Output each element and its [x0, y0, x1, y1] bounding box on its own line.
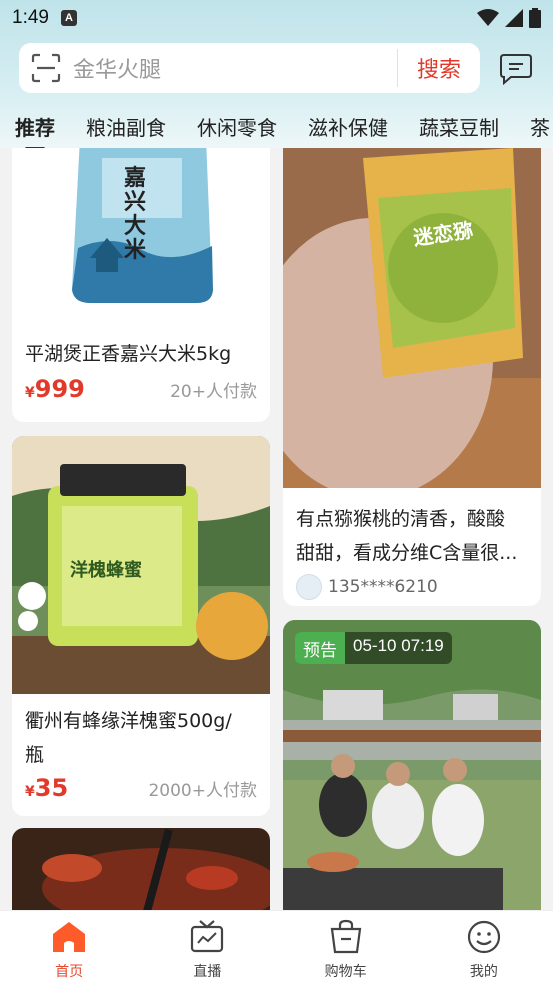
sold-count: 2000+人付款: [148, 781, 257, 801]
message-icon: [500, 54, 532, 85]
price: ¥999: [25, 375, 85, 403]
title-line-1: 衢州有蜂缘洋槐蜜500g/: [25, 710, 232, 732]
battery-icon: [529, 8, 541, 28]
live-schedule-badge: 预告 05-10 07:19: [295, 632, 452, 664]
product-card-partial[interactable]: [12, 828, 270, 910]
title-line-2: 瓶: [25, 744, 45, 766]
home-icon: [53, 922, 86, 952]
status-bar: 1:49 A: [0, 0, 553, 36]
search-bar[interactable]: 金华火腿 搜索: [19, 43, 480, 93]
preview-tag: 预告: [295, 632, 345, 664]
tab-vegetables-tofu[interactable]: 蔬菜豆制: [419, 104, 499, 141]
smile-icon: [467, 920, 500, 954]
nav-cart[interactable]: 购物车: [277, 911, 415, 984]
sold-count: 20+人付款: [170, 382, 257, 402]
status-right: [477, 8, 541, 28]
search-button[interactable]: 搜索: [398, 52, 480, 84]
scan-icon[interactable]: [31, 53, 61, 83]
kiwi-candy-image: [283, 148, 541, 498]
live-preview-card[interactable]: 预告 05-10 07:19: [283, 620, 541, 910]
bottom-navigation: 首页 直播 购物车 我的: [0, 910, 553, 984]
status-left: 1:49 A: [12, 7, 77, 29]
price-row: ¥35 2000+人付款: [12, 774, 270, 802]
review-text: 有点猕猴桃的清香，酸酸 甜甜，看成分维C含量很...: [283, 492, 541, 570]
tv-icon: [191, 920, 224, 953]
nav-live[interactable]: 直播: [138, 911, 276, 984]
author-name: 135****6210: [328, 577, 438, 597]
rice-package-label: 嘉兴大米: [124, 165, 147, 263]
price-value: 999: [34, 375, 85, 403]
spicy-food-image: [12, 828, 270, 910]
product-title: 平湖煲正香嘉兴大米5kg: [25, 343, 232, 365]
author-row: 135****6210: [283, 574, 541, 600]
honey-package-label: 洋槐蜂蜜: [70, 560, 142, 581]
tab-tea[interactable]: 茶: [530, 104, 550, 141]
product-title: 衢州有蜂缘洋槐蜜500g/ 瓶: [12, 698, 270, 772]
avatar: [296, 574, 322, 600]
tab-grain-oil[interactable]: 粮油副食: [86, 104, 166, 141]
nav-label: 首页: [55, 964, 84, 980]
price-value: 35: [34, 774, 69, 802]
nav-profile[interactable]: 我的: [415, 911, 553, 984]
currency-symbol: ¥: [25, 385, 35, 401]
category-tabs: 推荐 粮油副食 休闲零食 滋补保健 蔬菜豆制 茶: [0, 104, 553, 148]
notification-app-icon: A: [60, 10, 77, 26]
product-feed: 嘉兴大米 平湖煲正香嘉兴大米5kg ¥999 20+人付款 迷恋猕 有点猕猴桃的…: [0, 148, 553, 910]
product-card-honey[interactable]: 洋槐蜂蜜 衢州有蜂缘洋槐蜜500g/ 瓶 ¥35 2000+人付款: [12, 436, 270, 816]
price: ¥35: [25, 774, 68, 802]
nav-home[interactable]: 首页: [0, 911, 138, 984]
cellular-signal-icon: [505, 9, 523, 27]
price-row: ¥999 20+人付款: [12, 375, 270, 403]
cart-icon: [330, 919, 361, 954]
tab-snacks[interactable]: 休闲零食: [197, 104, 277, 141]
product-card-rice[interactable]: 嘉兴大米 平湖煲正香嘉兴大米5kg ¥999 20+人付款: [12, 148, 270, 422]
wifi-icon: [477, 9, 499, 26]
review-line-2: 甜甜，看成分维C含量很...: [296, 542, 518, 564]
tab-health[interactable]: 滋补保健: [308, 104, 388, 141]
currency-symbol: ¥: [25, 784, 35, 800]
message-button[interactable]: [496, 49, 536, 89]
scheduled-time: 05-10 07:19: [353, 636, 444, 655]
nav-label: 直播: [193, 964, 222, 980]
review-line-1: 有点猕猴桃的清香，酸酸: [296, 508, 506, 530]
review-card-kiwi[interactable]: 迷恋猕 有点猕猴桃的清香，酸酸 甜甜，看成分维C含量很... 135****62…: [283, 148, 541, 606]
search-input[interactable]: 金华火腿: [73, 52, 397, 84]
status-time: 1:49: [12, 7, 49, 28]
nav-label: 我的: [469, 964, 498, 980]
tab-recommend[interactable]: 推荐: [15, 104, 55, 148]
nav-label: 购物车: [324, 964, 367, 980]
